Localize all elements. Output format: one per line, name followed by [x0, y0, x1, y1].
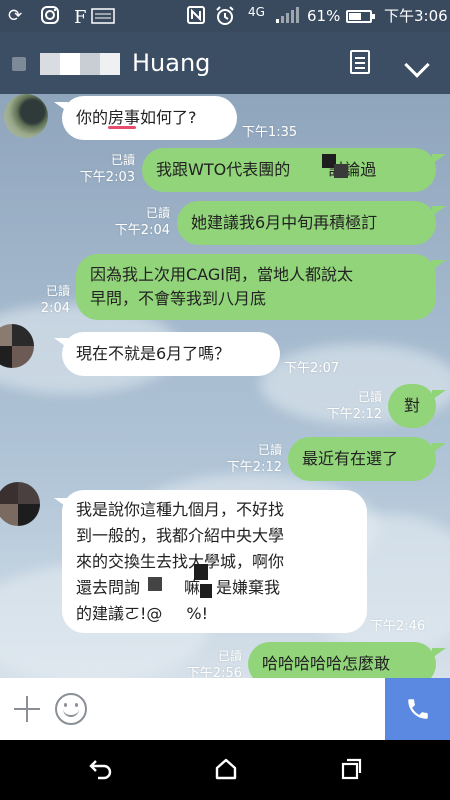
chat-area[interactable]: 你的房事如何了? 下午1:35 已讀 下午2:03 我跟WTO代表團的 討論過 已… — [0, 94, 450, 678]
notes-icon[interactable] — [350, 50, 370, 74]
chat-title[interactable]: Huang — [132, 48, 210, 78]
header-avatar[interactable] — [12, 57, 26, 71]
message-line: 的建議ㄛ!@ — [76, 604, 163, 623]
message-text: 最近有在選了 — [302, 449, 399, 468]
message-bubble[interactable]: 你的房事如何了? — [62, 96, 237, 140]
message-bubble[interactable]: 因為我上次用CAGI問，當地人都說太 早問，不會等我到八月底 — [76, 254, 436, 320]
avatar[interactable] — [4, 94, 48, 138]
message-time: 2:04 — [40, 301, 70, 316]
instagram-icon — [40, 5, 60, 31]
read-receipt: 已讀 — [145, 206, 170, 220]
read-receipt: 已讀 — [257, 443, 282, 457]
message-line: 到一般的，我都介紹中央大學 — [76, 526, 285, 545]
nfc-icon — [186, 5, 206, 31]
message-bubble[interactable]: 我跟WTO代表團的 討論過 — [142, 148, 436, 192]
message-text: 我跟WTO代表團的 — [156, 160, 291, 179]
message-text: 哈哈哈哈哈怎麼敢 — [262, 654, 391, 673]
redacted-name — [40, 53, 120, 75]
plus-icon[interactable] — [12, 694, 42, 724]
battery-icon — [346, 10, 375, 23]
status-time: 下午3:06 — [384, 7, 448, 25]
read-receipt: 已讀 — [357, 390, 382, 404]
battery-percent: 61% — [307, 7, 341, 25]
message-bubble[interactable]: 現在不就是6月了嗎？ — [62, 332, 280, 376]
message-time: 下午2:12 — [326, 407, 382, 422]
message-time: 下午1:35 — [242, 125, 298, 140]
call-button[interactable] — [385, 678, 450, 740]
phone-icon — [408, 699, 428, 719]
message-line: 我是說你這種九個月，不好找 — [76, 500, 285, 519]
message-bubble[interactable]: 對 — [388, 384, 436, 428]
message-line: 因為我上次用CAGI問，當地人都說太 — [90, 265, 353, 284]
message-text: 對 — [403, 396, 420, 415]
message-bubble[interactable]: 我是說你這種九個月，不好找 到一般的，我都介紹中央大學 來的交換生去找大學城，啊… — [62, 490, 367, 633]
message-line: 早問，不會等我到八月底 — [90, 289, 267, 308]
message-line: %! — [186, 604, 209, 623]
message-time: 下午2:07 — [284, 361, 340, 376]
read-receipt: 已讀 — [217, 649, 242, 663]
alarm-icon — [214, 5, 236, 33]
message-time: 下午2:12 — [226, 460, 282, 475]
message-time: 下午2:56 — [186, 666, 242, 678]
message-time: 下午2:04 — [114, 223, 170, 238]
message-input-bar[interactable] — [0, 678, 450, 740]
message-text: 現在不就是6月了嗎？ — [76, 344, 231, 363]
emoji-icon[interactable] — [55, 693, 87, 725]
system-nav-bar — [0, 740, 450, 800]
message-line: 還去問詢 — [76, 578, 141, 597]
message-time: 下午2:03 — [79, 170, 135, 185]
message-bubble[interactable]: 最近有在選了 — [288, 437, 436, 481]
status-bar: ⟳ F 4G 61% 下午3:06 — [0, 0, 450, 32]
message-text: 你的房事如何了? — [76, 108, 197, 127]
newspaper-icon: F — [74, 5, 116, 33]
message-text: 她建議我6月中旬再積極訂 — [191, 213, 378, 232]
message-bubble[interactable]: 她建議我6月中旬再積極訂 — [177, 201, 436, 245]
message-bubble[interactable]: 哈哈哈哈哈怎麼敢 — [248, 642, 436, 678]
read-receipt: 已讀 — [45, 284, 70, 298]
home-icon[interactable] — [215, 758, 237, 780]
message-line: 來的交換生去找大學城，啊你 — [76, 552, 285, 571]
signal-icon — [274, 5, 300, 31]
recent-apps-icon[interactable] — [340, 758, 362, 780]
back-icon[interactable] — [88, 757, 114, 781]
read-receipt: 已讀 — [110, 153, 135, 167]
network-type-label: 4G — [248, 5, 265, 19]
message-time: 下午2:46 — [370, 619, 426, 634]
message-line: 嘛，是嫌棄我 — [184, 578, 281, 597]
svg-text:F: F — [74, 7, 87, 27]
avatar[interactable] — [0, 482, 40, 526]
sync-icon: ⟳ — [8, 6, 23, 26]
